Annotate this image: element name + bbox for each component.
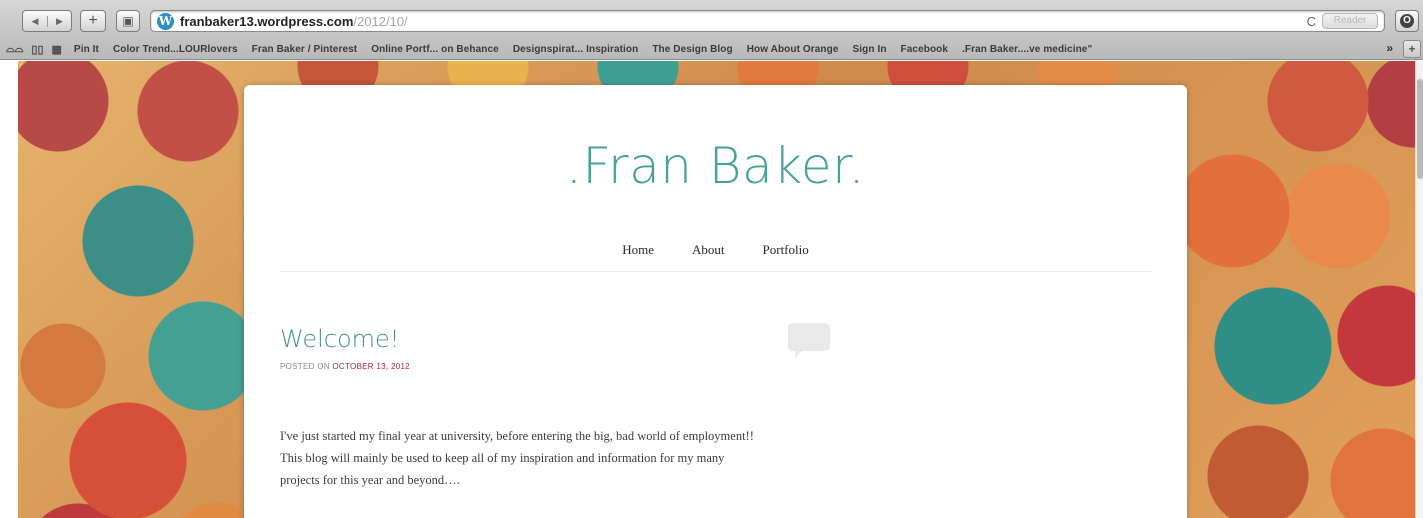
blog-content-card: .Fran Baker. Home About Portfolio Welcom…: [244, 85, 1187, 518]
scrollbar-thumb[interactable]: [1417, 79, 1423, 179]
posted-on-label: POSTED ON: [280, 362, 330, 371]
nav-item-portfolio[interactable]: Portfolio: [763, 242, 809, 258]
new-tab-button[interactable]: +: [1403, 40, 1421, 58]
address-bar[interactable]: W franbaker13.wordpress.com/2012/10/ C R…: [150, 10, 1385, 32]
url-text[interactable]: franbaker13.wordpress.com/2012/10/: [180, 14, 408, 29]
main-nav: Home About Portfolio: [244, 242, 1187, 258]
bookmark-item[interactable]: Fran Baker / Pinterest: [252, 44, 358, 55]
reading-list-icon[interactable]: ⌓⌓: [6, 43, 23, 56]
browser-toolbar: ◀ ▶ + ▣ W franbaker13.wordpress.com/2012…: [0, 0, 1423, 38]
nav-item-about[interactable]: About: [692, 242, 725, 258]
bookmark-item[interactable]: Facebook: [901, 44, 948, 55]
url-path: /2012/10/: [353, 14, 408, 29]
bookmark-item[interactable]: Online Portf... on Behance: [371, 44, 499, 55]
wordpress-icon: W: [157, 13, 174, 30]
reload-icon[interactable]: C: [1307, 14, 1316, 29]
url-host: franbaker13.wordpress.com: [180, 14, 354, 29]
bookmark-item[interactable]: Pin It: [74, 44, 99, 55]
post-date-link[interactable]: OCTOBER 13, 2012: [332, 362, 410, 371]
forward-icon[interactable]: ▶: [46, 15, 71, 27]
bookmark-item[interactable]: The Design Blog: [652, 44, 732, 55]
bookmark-item[interactable]: Sign In: [853, 44, 887, 55]
post-title[interactable]: Welcome!: [280, 325, 399, 353]
post-body-line: projects for this year and beyond….: [280, 473, 460, 487]
bookmark-item[interactable]: .Fran Baker....ve medicine": [962, 44, 1092, 55]
nav-item-home[interactable]: Home: [622, 242, 654, 258]
top-sites-button[interactable]: ▣: [116, 10, 140, 32]
page-scrollbar[interactable]: [1415, 61, 1423, 518]
post-body-line: I've just started my final year at unive…: [280, 429, 754, 443]
bookmark-item[interactable]: Color Trend...LOURlovers: [113, 44, 238, 55]
post-meta: POSTED ON OCTOBER 13, 2012: [280, 362, 410, 371]
screen-icon: ▣: [122, 14, 134, 28]
bookmarks-book-icon[interactable]: ▯▯: [31, 43, 43, 56]
back-icon[interactable]: ◀: [23, 16, 47, 27]
bookmark-item[interactable]: How About Orange: [747, 44, 839, 55]
more-bookmarks-icon[interactable]: »: [1386, 41, 1393, 55]
extension-button[interactable]: O: [1395, 10, 1419, 32]
bookmarks-bar: ⌓⌓ ▯▯ ▦ Pin It Color Trend...LOURlovers …: [0, 38, 1423, 60]
grid-icon[interactable]: ▦: [52, 43, 62, 56]
add-bookmark-button[interactable]: +: [80, 10, 106, 32]
extension-icon: O: [1400, 14, 1414, 28]
back-forward-buttons[interactable]: ◀ ▶: [22, 10, 72, 32]
comment-bubble-icon[interactable]: [788, 323, 830, 358]
post-body: I've just started my final year at unive…: [280, 425, 840, 491]
reader-button[interactable]: Reader: [1322, 13, 1378, 29]
post-body-line: This blog will mainly be used to keep al…: [280, 451, 725, 465]
bookmark-tools: ⌓⌓ ▯▯ ▦: [0, 43, 62, 56]
site-title[interactable]: .Fran Baker.: [244, 137, 1187, 195]
browser-chrome: ◀ ▶ + ▣ W franbaker13.wordpress.com/2012…: [0, 0, 1423, 60]
bookmark-item[interactable]: Designspirat... Inspiration: [513, 44, 639, 55]
nav-divider: [280, 271, 1151, 272]
